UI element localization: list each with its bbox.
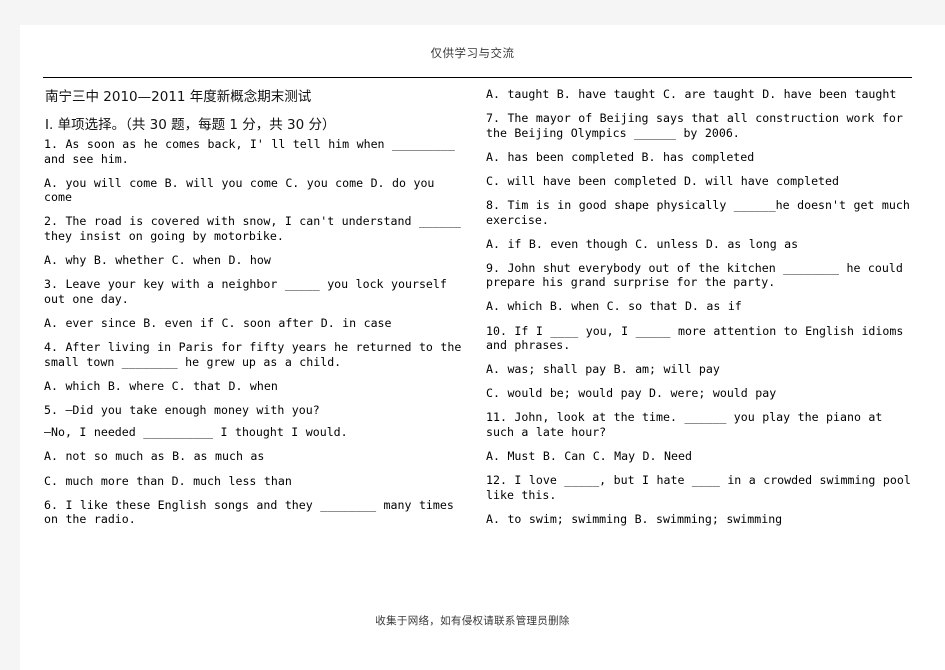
section-heading: Ⅰ. 单项选择。（共 30 题，每题 1 分，共 30 分） [45,117,336,133]
option-row: A. taught B. have taught C. are taught D… [486,87,897,101]
question-column-right: A. taught B. have taught C. are taught D… [486,87,916,536]
option-row: A. why B. whether C. when D. how [44,253,271,268]
question-text: 5. —Did you take enough money with you? [44,402,320,417]
question-text: 12. I love _____, but I hate ____ in a c… [486,473,911,502]
option-row: A. Must B. Can C. May D. Need [486,449,692,464]
option-row: A. not so much as B. as much as [44,449,265,464]
option-row: A. which B. where C. that D. when [44,378,278,393]
option-row: A. you will come B. will you come C. you… [44,175,435,205]
page-title: 南宁三中 2010—2011 年度新概念期末测试 [45,89,312,105]
question-text: 10. If I ____ you, I _____ more attentio… [486,323,904,353]
document-page: 仅供学习与交流 南宁三中 2010—2011 年度新概念期末测试 Ⅰ. 单项选择… [20,25,945,670]
question-text: 8. Tim is in good shape physically _____… [486,197,910,227]
option-row: A. if B. even though C. unless D. as lon… [486,236,799,251]
question-text: 1. As soon as he comes back, I' ll tell … [44,137,455,166]
option-row: C. would be; would pay D. were; would pa… [486,386,777,401]
option-row: C. much more than D. much less than [44,473,292,488]
option-row: A. ever since B. even if C. soon after D… [44,315,392,330]
question-text: 4. After living in Paris for fifty years… [44,339,462,369]
footer-watermark: 收集于网络，如有侵权请联系管理员删除 [375,615,570,627]
option-row: A. to swim; swimming B. swimming; swimmi… [486,511,783,526]
question-text: 11. John, look at the time. ______ you p… [486,410,883,439]
question-text: 9. John shut everybody out of the kitche… [486,260,903,290]
option-row: A. was; shall pay B. am; will pay [486,362,720,377]
question-text: 2. The road is covered with snow, I can'… [44,214,461,243]
option-row: C. will have been completed D. will have… [486,173,840,188]
question-column-left: 1. As soon as he comes back, I' ll tell … [44,137,464,536]
question-text: 3. Leave your key with a neighbor _____ … [44,277,447,306]
header-divider [43,77,912,78]
question-text: 7. The mayor of Beijing says that all co… [486,111,903,140]
option-row: A. has been completed B. has completed [486,149,755,164]
header-watermark: 仅供学习与交流 [430,46,515,60]
option-row: A. which B. when C. so that D. as if [486,299,742,314]
question-text: 6. I like these English songs and they _… [44,497,454,527]
question-text: —No, I needed __________ I thought I wou… [44,425,348,440]
